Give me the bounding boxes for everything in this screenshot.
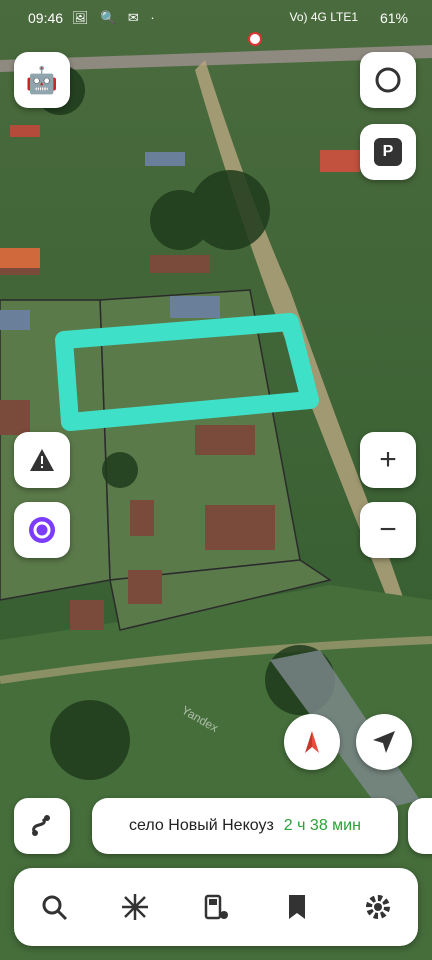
settings-icon <box>365 895 390 919</box>
battery-level: 61% <box>379 10 408 26</box>
zoom-out-button[interactable]: − <box>360 502 416 558</box>
layers-icon <box>375 67 401 93</box>
warning-icon <box>30 449 54 471</box>
location-arrow-icon <box>373 731 395 753</box>
alice-icon <box>29 517 55 543</box>
status-bar: 09:46 🖼 🔍 ✉ · Vo) 4G LTE1 61% <box>0 0 432 36</box>
my-location-button[interactable] <box>356 714 412 770</box>
parking-icon: P <box>374 138 402 166</box>
zoom-out-label: − <box>379 513 397 546</box>
status-time: 09:46 <box>28 10 64 26</box>
route-pill-next[interactable] <box>408 798 432 854</box>
search-icon <box>42 895 68 921</box>
tab-search[interactable] <box>26 879 82 935</box>
route-duration: 2 ч 38 мин <box>283 817 361 834</box>
assistant-button[interactable]: 🤖 <box>14 52 70 108</box>
bottom-tabbar <box>14 868 418 946</box>
layers-button[interactable] <box>360 52 416 108</box>
robot-icon: 🤖 <box>25 64 59 95</box>
tab-bookmarks[interactable] <box>269 879 325 935</box>
fuel-icon <box>204 894 228 920</box>
route-settings-icon <box>32 815 50 836</box>
status-network: Vo) 4G LTE1 <box>289 10 358 24</box>
tab-discover[interactable] <box>107 879 163 935</box>
compass-icon <box>305 731 319 753</box>
route-settings-button[interactable] <box>14 798 70 854</box>
tab-fuel[interactable] <box>188 879 244 935</box>
discover-icon <box>122 894 149 920</box>
bookmarks-icon <box>288 895 305 919</box>
compass-button[interactable] <box>284 714 340 770</box>
zoom-in-label: + <box>379 443 397 476</box>
route-destination: село Новый Некоуз <box>129 817 274 834</box>
zoom-in-button[interactable]: + <box>360 432 416 488</box>
alice-button[interactable] <box>14 502 70 558</box>
parking-button[interactable]: P <box>360 124 416 180</box>
tab-settings[interactable] <box>350 879 406 935</box>
warning-button[interactable] <box>14 432 70 488</box>
status-left-icons: 🖼 🔍 ✉ · <box>72 10 159 25</box>
route-destination-pill[interactable]: село Новый Некоуз 2 ч 38 мин <box>92 798 398 854</box>
